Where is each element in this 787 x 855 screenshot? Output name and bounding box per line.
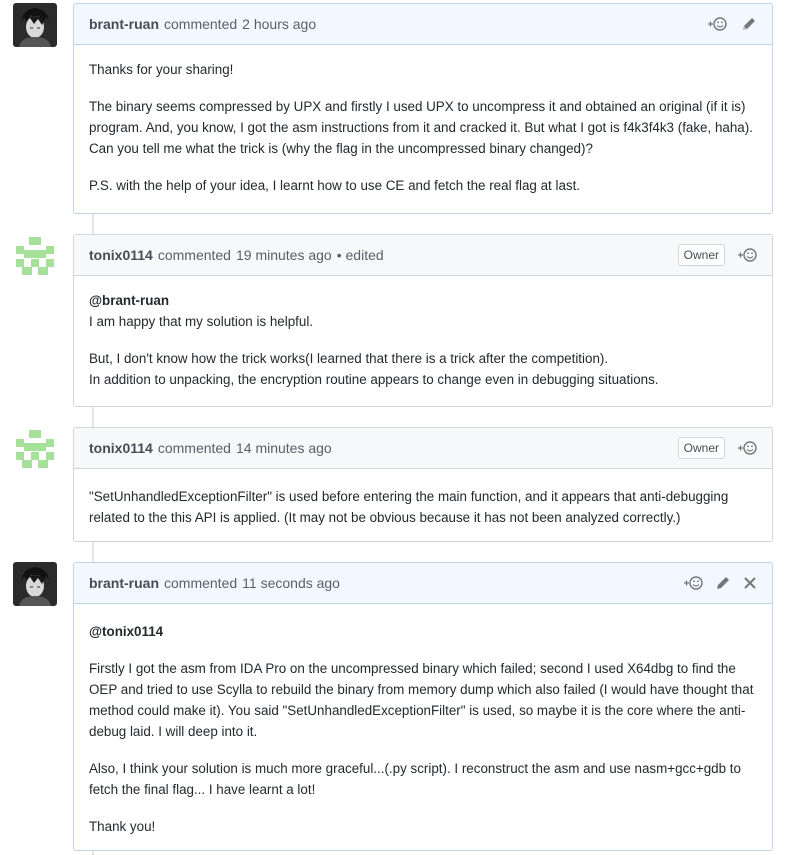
comment-paragraph: P.S. with the help of your idea, I learn… xyxy=(89,178,581,193)
comment-author[interactable]: brant-ruan xyxy=(89,575,159,591)
comment-timestamp[interactable]: 14 minutes ago xyxy=(236,440,332,456)
owner-badge: Owner xyxy=(677,437,725,459)
comment-paragraph: Also, I think your solution is much more… xyxy=(89,761,741,797)
pencil-icon[interactable] xyxy=(715,575,731,591)
avatar-brant-ruan[interactable] xyxy=(13,562,57,606)
comment-3: tonix0114 commented 14 minutes ago Owner… xyxy=(73,427,773,542)
pencil-icon[interactable] xyxy=(741,16,757,32)
comment-header: brant-ruan commented 11 seconds ago xyxy=(74,563,772,604)
user-mention[interactable]: @brant-ruan xyxy=(89,290,757,311)
comment-action: commented xyxy=(164,575,238,591)
add-reaction-icon[interactable] xyxy=(683,575,703,591)
comment-paragraph: The binary seems compressed by UPX and f… xyxy=(89,99,753,156)
comment-body: @tonix0114 Firstly I got the asm from ID… xyxy=(74,604,772,847)
comment-header: tonix0114 commented 14 minutes ago Owner xyxy=(74,428,772,469)
comment-header: brant-ruan commented 2 hours ago xyxy=(74,4,772,45)
comment-author[interactable]: brant-ruan xyxy=(89,16,159,32)
comment-paragraph: Thanks for your sharing! xyxy=(89,62,234,77)
comment-timestamp[interactable]: 2 hours ago xyxy=(242,16,316,32)
timeline-connector xyxy=(92,407,94,427)
comment-body: @brant-ruan I am happy that my solution … xyxy=(74,276,772,400)
comment-action: commented xyxy=(157,440,231,456)
comment-paragraph: Thank you! xyxy=(89,819,156,834)
comment-header: tonix0114 commented 19 minutes ago • edi… xyxy=(74,235,772,276)
comment-1: brant-ruan commented 2 hours ago Thanks … xyxy=(73,3,773,214)
comment-body: "SetUnhandledExceptionFilter" is used be… xyxy=(74,469,772,538)
close-icon[interactable] xyxy=(743,576,757,590)
comment-timestamp[interactable]: 19 minutes ago xyxy=(236,247,332,263)
comment-body: Thanks for your sharing! The binary seem… xyxy=(74,45,772,206)
comment-paragraph: I am happy that my solution is helpful. xyxy=(89,314,314,329)
comment-timestamp[interactable]: 11 seconds ago xyxy=(242,575,340,591)
user-mention[interactable]: @tonix0114 xyxy=(89,621,757,642)
edited-label[interactable]: • edited xyxy=(337,247,384,263)
comment-2: tonix0114 commented 19 minutes ago • edi… xyxy=(73,234,773,407)
timeline-connector xyxy=(92,851,94,855)
add-reaction-icon[interactable] xyxy=(737,440,757,456)
add-reaction-icon[interactable] xyxy=(737,247,757,263)
add-reaction-icon[interactable] xyxy=(707,16,727,32)
comment-author[interactable]: tonix0114 xyxy=(89,440,153,456)
comment-4: brant-ruan commented 11 seconds ago @ton… xyxy=(73,562,773,851)
comment-author[interactable]: tonix0114 xyxy=(89,247,153,263)
avatar-tonix0114[interactable] xyxy=(13,234,57,278)
comment-action: commented xyxy=(164,16,238,32)
timeline-connector xyxy=(92,214,94,234)
avatar-brant-ruan[interactable] xyxy=(13,3,57,47)
comment-paragraph: "SetUnhandledExceptionFilter" is used be… xyxy=(89,489,729,525)
comment-line: But, I don't know how the trick works(I … xyxy=(89,351,609,366)
comment-action: commented xyxy=(157,247,231,263)
comment-line: In addition to unpacking, the encryption… xyxy=(89,372,659,387)
comment-paragraph: Firstly I got the asm from IDA Pro on th… xyxy=(89,661,754,739)
avatar-tonix0114[interactable] xyxy=(13,427,57,471)
timeline-connector xyxy=(92,542,94,562)
owner-badge: Owner xyxy=(677,244,725,266)
